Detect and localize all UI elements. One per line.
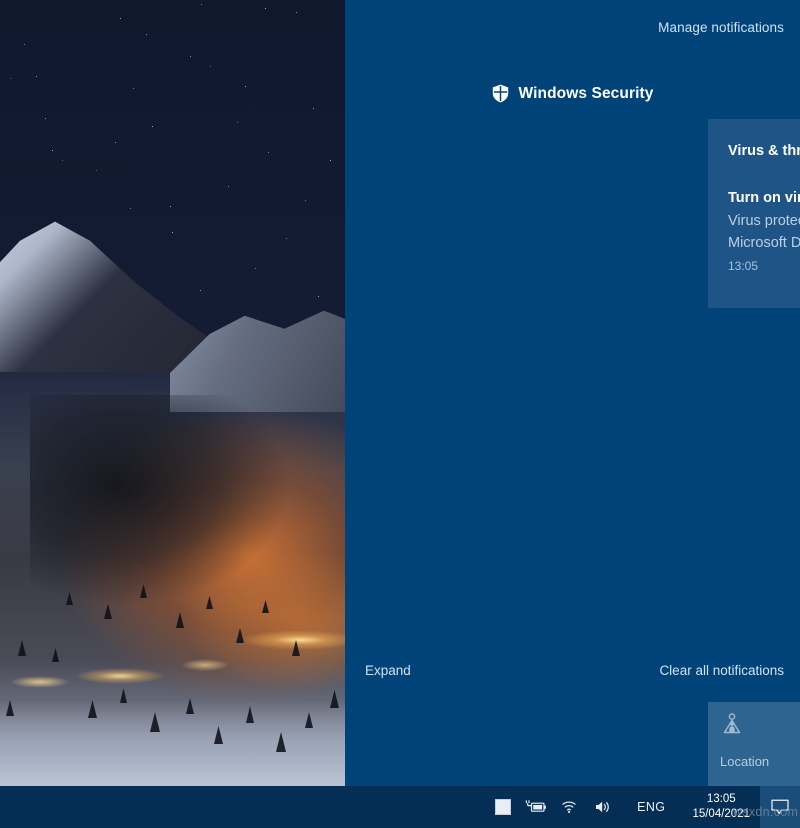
- desktop-wallpaper: [0, 0, 345, 790]
- speech-bubble-icon: [769, 797, 791, 817]
- expand-link[interactable]: Expand: [365, 663, 411, 678]
- action-center-panel: Manage notifications Windows Security Vi…: [345, 0, 800, 790]
- tray-language-button[interactable]: ENG: [620, 786, 682, 828]
- white-square-icon: [495, 799, 511, 815]
- notification-app-header: Windows Security: [345, 84, 800, 103]
- tray-volume-button[interactable]: [586, 786, 620, 828]
- manage-notifications-row: Manage notifications: [658, 19, 784, 37]
- clear-all-notifications-link[interactable]: Clear all notifications: [659, 663, 784, 678]
- shield-icon: [492, 84, 509, 103]
- tray-hidden-icons-button[interactable]: [488, 786, 518, 828]
- language-indicator: ENG: [627, 800, 675, 814]
- quick-actions-grid: Location Battery saver Bluetooth: [708, 702, 800, 790]
- notification-title: Turn on virus protection: [728, 190, 800, 206]
- wifi-icon: [561, 799, 579, 815]
- notification-timestamp: 13:05: [728, 259, 758, 273]
- notification-card[interactable]: Virus & threat protection Turn on virus …: [708, 119, 800, 308]
- action-center-taskbar-button[interactable]: [760, 786, 800, 828]
- notification-group-title: Virus & threat protection: [728, 143, 800, 159]
- quick-action-label-location: Location: [720, 754, 769, 769]
- taskbar-left-segment: [0, 786, 345, 828]
- forest-shadow: [30, 395, 360, 655]
- clock-time: 13:05: [692, 792, 750, 807]
- notification-body-text: Virus protection is turned off. Tap or c…: [728, 210, 800, 254]
- manage-notifications-link[interactable]: Manage notifications: [658, 20, 784, 35]
- clock-date: 15/04/2021: [692, 807, 750, 822]
- speaker-icon: [593, 799, 613, 815]
- screen: Manage notifications Windows Security Vi…: [0, 0, 800, 828]
- tray-network-button[interactable]: [554, 786, 586, 828]
- notification-app-title: Windows Security: [519, 85, 654, 103]
- quick-action-tile-location[interactable]: Location: [708, 702, 800, 790]
- taskbar-clock[interactable]: 13:05 15/04/2021: [682, 792, 760, 822]
- tray-battery-button[interactable]: [518, 786, 554, 828]
- action-center-footer: Expand Clear all notifications: [345, 663, 800, 685]
- taskbar: ENG 13:05 15/04/2021: [345, 786, 800, 828]
- system-tray: ENG 13:05 15/04/2021: [488, 786, 800, 828]
- battery-charging-icon: [525, 799, 547, 815]
